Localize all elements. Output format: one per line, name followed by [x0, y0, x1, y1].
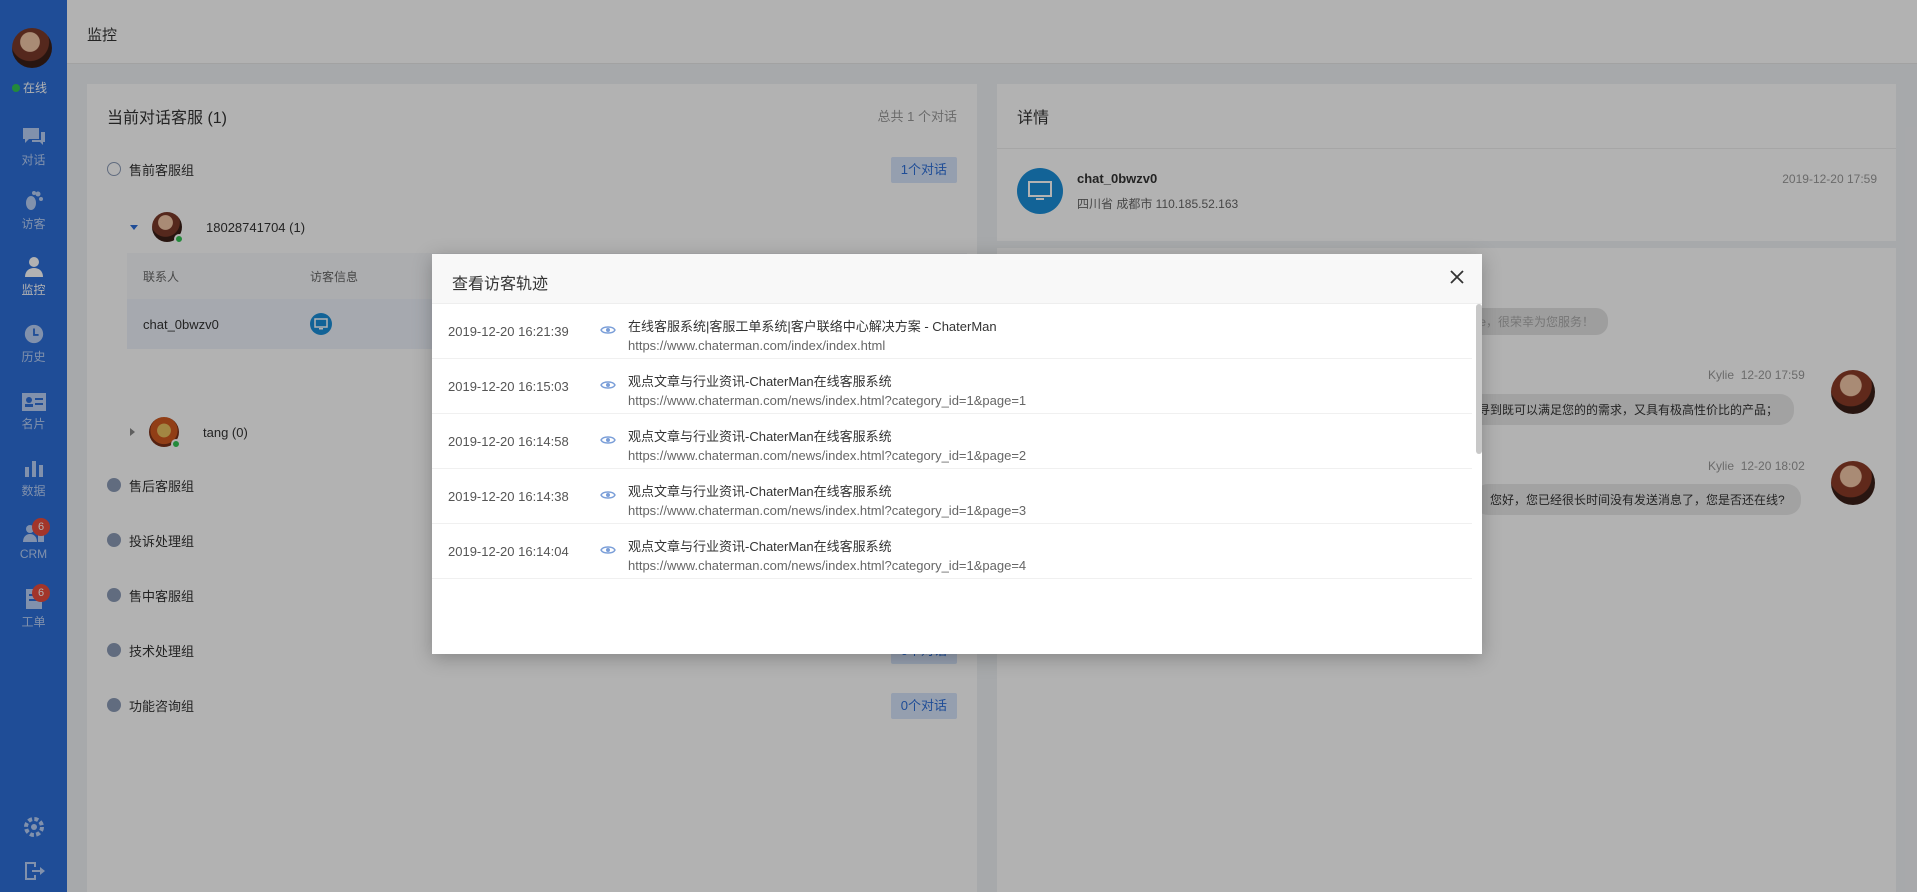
trail-row[interactable]: 2019-12-20 16:15:03 观点文章与行业资讯-ChaterMan在…: [432, 359, 1472, 414]
visit-time: 2019-12-20 16:21:39: [448, 324, 569, 339]
page-title-text: 观点文章与行业资讯-ChaterMan在线客服系统: [628, 429, 892, 444]
trail-row[interactable]: 2019-12-20 16:14:38 观点文章与行业资讯-ChaterMan在…: [432, 469, 1472, 524]
close-icon: [1450, 270, 1464, 284]
visit-time: 2019-12-20 16:14:04: [448, 544, 569, 559]
eye-icon: [600, 491, 616, 499]
trail-row[interactable]: 2019-12-20 16:14:58 观点文章与行业资讯-ChaterMan在…: [432, 414, 1472, 469]
page-title-text: 在线客服系统|客服工单系统|客户联络中心解决方案 - ChaterMan: [628, 319, 997, 334]
page-url[interactable]: https://www.chaterman.com/news/index.htm…: [628, 503, 1026, 518]
dialog-header: 查看访客轨迹: [432, 254, 1482, 304]
trail-row[interactable]: 2019-12-20 16:21:39 在线客服系统|客服工单系统|客户联络中心…: [432, 304, 1472, 359]
eye-icon: [600, 546, 616, 554]
page-title-text: 观点文章与行业资讯-ChaterMan在线客服系统: [628, 539, 892, 554]
page-title-text: 观点文章与行业资讯-ChaterMan在线客服系统: [628, 374, 892, 389]
page-url[interactable]: https://www.chaterman.com/news/index.htm…: [628, 393, 1026, 408]
eye-icon: [600, 381, 616, 389]
close-button[interactable]: [1446, 266, 1468, 288]
trail-row[interactable]: 2019-12-20 16:14:04 观点文章与行业资讯-ChaterMan在…: [432, 524, 1472, 579]
eye-icon: [600, 326, 616, 334]
trail-list: 2019-12-20 16:21:39 在线客服系统|客服工单系统|客户联络中心…: [432, 304, 1482, 654]
page-url[interactable]: https://www.chaterman.com/news/index.htm…: [628, 448, 1026, 463]
visit-time: 2019-12-20 16:14:58: [448, 434, 569, 449]
dialog-title: 查看访客轨迹: [452, 276, 549, 293]
scrollbar[interactable]: [1476, 304, 1482, 454]
page-url[interactable]: https://www.chaterman.com/index/index.ht…: [628, 338, 885, 353]
eye-icon: [600, 436, 616, 444]
page-title-text: 观点文章与行业资讯-ChaterMan在线客服系统: [628, 484, 892, 499]
page-url[interactable]: https://www.chaterman.com/news/index.htm…: [628, 558, 1026, 573]
visit-time: 2019-12-20 16:14:38: [448, 489, 569, 504]
visit-time: 2019-12-20 16:15:03: [448, 379, 569, 394]
visitor-trail-dialog: 查看访客轨迹 2019-12-20 16:21:39 在线客服系统|客服工单系统…: [432, 254, 1482, 654]
